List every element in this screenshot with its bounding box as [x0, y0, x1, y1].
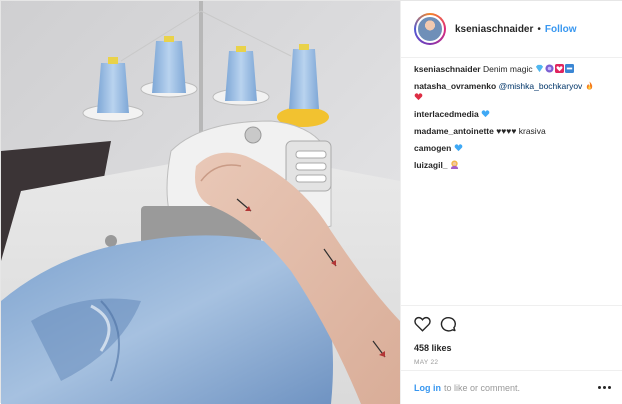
comment-username[interactable]: luizagil_ [414, 160, 448, 170]
comment-item: madame_antoinette ♥♥♥♥ krasiva [414, 126, 614, 137]
more-dot [608, 386, 611, 389]
post-header: kseniaschnaider • Follow [401, 1, 622, 58]
blue-heart-emoji [454, 144, 463, 152]
avatar-image [416, 15, 444, 43]
comment-username[interactable]: interlacedmedia [414, 109, 479, 119]
post-photo-image [1, 1, 400, 404]
fire-emoji [586, 81, 592, 90]
comment-caption: kseniaschnaider Denim magic [414, 64, 614, 75]
comment-mention-link[interactable]: @mishka_bochkaryov [496, 81, 584, 91]
post-date[interactable]: MAY 22 [414, 359, 611, 366]
post-side-panel: kseniaschnaider • Follow kseniaschnaider… [400, 1, 622, 404]
post-photo[interactable] [1, 1, 400, 404]
comment-text: ♥♥♥♥ krasiva [493, 126, 546, 136]
comment-username[interactable]: madame_antoinette [414, 126, 494, 136]
header-separator: • [537, 23, 541, 35]
blue-sparkle-emoji [545, 64, 554, 73]
blue-heart-emoji [481, 110, 490, 118]
woman-emoji [450, 160, 459, 169]
post-actions: 458 likes MAY 22 [401, 305, 622, 366]
login-link[interactable]: Log in [414, 383, 441, 393]
instagram-post: kseniaschnaider • Follow kseniaschnaider… [0, 0, 622, 404]
red-heart-emoji [414, 93, 423, 101]
comment-item: natasha_ovramenko @mishka_bochkaryov [414, 81, 614, 103]
comment-username[interactable]: kseniaschnaider [414, 64, 481, 74]
post-author-username[interactable]: kseniaschnaider [455, 24, 533, 35]
post-footer: Log in to like or comment. [401, 370, 622, 404]
more-dot [598, 386, 601, 389]
comment-bubble-icon[interactable] [440, 316, 457, 333]
follow-button[interactable]: Follow [545, 24, 577, 35]
action-buttons [414, 314, 611, 334]
login-prompt-text: to like or comment. [444, 382, 521, 393]
more-dot [603, 386, 606, 389]
blue-square-emoji [564, 64, 574, 73]
comment-item: camogen [414, 143, 614, 154]
avatar[interactable] [414, 13, 446, 45]
more-options-icon[interactable] [598, 386, 611, 389]
comment-text: Denim magic [480, 64, 535, 74]
likes-count[interactable]: 458 likes [414, 343, 611, 353]
gem-emoji [535, 64, 544, 73]
comment-item: luizagil_ [414, 160, 614, 171]
comment-username[interactable]: camogen [414, 143, 451, 153]
comment-item: interlacedmedia [414, 109, 614, 120]
heart-outline-icon[interactable] [414, 316, 431, 332]
comments-list: kseniaschnaider Denim magic natasha_ovra… [414, 64, 614, 177]
comment-username[interactable]: natasha_ovramenko [414, 81, 496, 91]
red-heart-box-emoji [554, 64, 564, 73]
